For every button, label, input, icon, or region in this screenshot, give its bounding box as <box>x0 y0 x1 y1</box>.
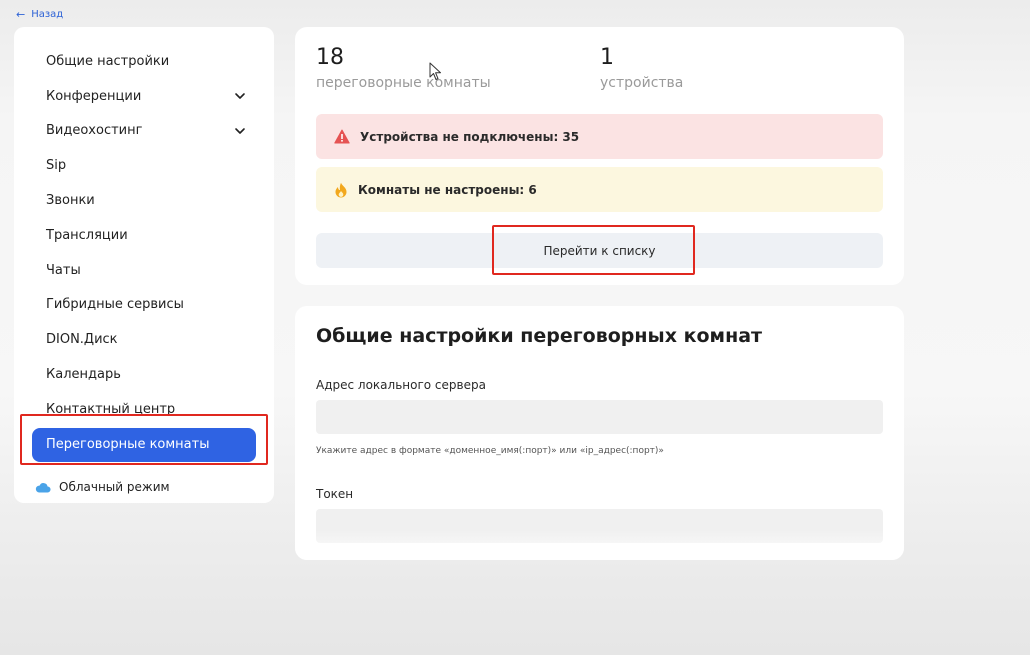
rooms-stat: 18 переговорные комнаты <box>316 45 491 92</box>
sidebar-item-calendar[interactable]: Календарь <box>32 357 256 392</box>
back-label: Назад <box>31 9 64 20</box>
sidebar-item-meeting-rooms[interactable]: Переговорные комнаты <box>32 427 256 462</box>
sidebar-item-general[interactable]: Общие настройки <box>32 44 256 79</box>
server-address-label: Адрес локального сервера <box>316 378 486 392</box>
sidebar-item-contact-center[interactable]: Контактный центр <box>32 392 256 427</box>
meeting-rooms-summary-card: 18 переговорные комнаты 1 устройства Уст… <box>295 27 904 285</box>
server-address-hint: Укажите адрес в формате «доменное_имя(:п… <box>316 446 664 456</box>
devices-alert-text: Устройства не подключены: 35 <box>360 129 580 144</box>
sidebar-item-calls[interactable]: Звонки <box>32 183 256 218</box>
sidebar-item-label: Переговорные комнаты <box>46 437 210 453</box>
devices-count: 1 <box>600 45 614 70</box>
warning-triangle-icon <box>334 129 350 144</box>
sidebar-item-label: Sip <box>46 158 67 174</box>
sidebar-item-label: Календарь <box>46 367 121 383</box>
cloud-mode-label: Облачный режим <box>59 480 170 494</box>
rooms-alert-text: Комнаты не настроены: 6 <box>358 182 537 197</box>
token-input[interactable] <box>316 509 883 543</box>
devices-not-connected-alert: Устройства не подключены: 35 <box>316 114 883 159</box>
go-to-list-button[interactable]: Перейти к списку <box>316 233 883 268</box>
rooms-not-configured-alert: Комнаты не настроены: 6 <box>316 167 883 212</box>
sidebar-item-label: Звонки <box>46 193 95 209</box>
sidebar-item-sip[interactable]: Sip <box>32 148 256 183</box>
token-label: Токен <box>316 487 354 501</box>
settings-title: Общие настройки переговорных комнат <box>316 325 763 347</box>
sidebar-item-conferences[interactable]: Конференции <box>32 79 256 114</box>
back-link[interactable]: ← Назад <box>16 9 63 20</box>
sidebar-item-dion-disk[interactable]: DION.Диск <box>32 322 256 357</box>
rooms-count: 18 <box>316 45 344 70</box>
sidebar-item-hybrid-services[interactable]: Гибридные сервисы <box>32 288 256 323</box>
sidebar-item-label: DION.Диск <box>46 332 118 348</box>
chevron-down-icon <box>235 128 245 134</box>
sidebar-item-label: Конференции <box>46 88 142 104</box>
fire-icon <box>335 182 347 197</box>
server-address-input[interactable] <box>316 400 883 434</box>
sidebar-item-label: Трансляции <box>46 227 128 243</box>
sidebar-item-label: Гибридные сервисы <box>46 297 184 313</box>
sidebar-item-label: Общие настройки <box>46 53 170 69</box>
chevron-down-icon <box>235 93 245 99</box>
cloud-icon <box>35 482 51 493</box>
sidebar: Общие настройки Конференции Видеохостинг… <box>14 27 274 503</box>
devices-label: устройства <box>600 75 684 91</box>
sidebar-item-broadcasts[interactable]: Трансляции <box>32 218 256 253</box>
rooms-label: переговорные комнаты <box>316 75 491 91</box>
arrow-left-icon: ← <box>16 8 26 21</box>
devices-stat: 1 устройства <box>600 45 684 92</box>
cloud-mode-toggle[interactable]: Облачный режим <box>35 480 170 494</box>
sidebar-item-label: Видеохостинг <box>46 123 143 139</box>
sidebar-item-label: Контактный центр <box>46 401 176 417</box>
sidebar-item-videohosting[interactable]: Видеохостинг <box>32 114 256 149</box>
sidebar-item-chats[interactable]: Чаты <box>32 253 256 288</box>
sidebar-item-label: Чаты <box>46 262 81 278</box>
meeting-rooms-settings-card: Общие настройки переговорных комнат Адре… <box>295 306 904 560</box>
